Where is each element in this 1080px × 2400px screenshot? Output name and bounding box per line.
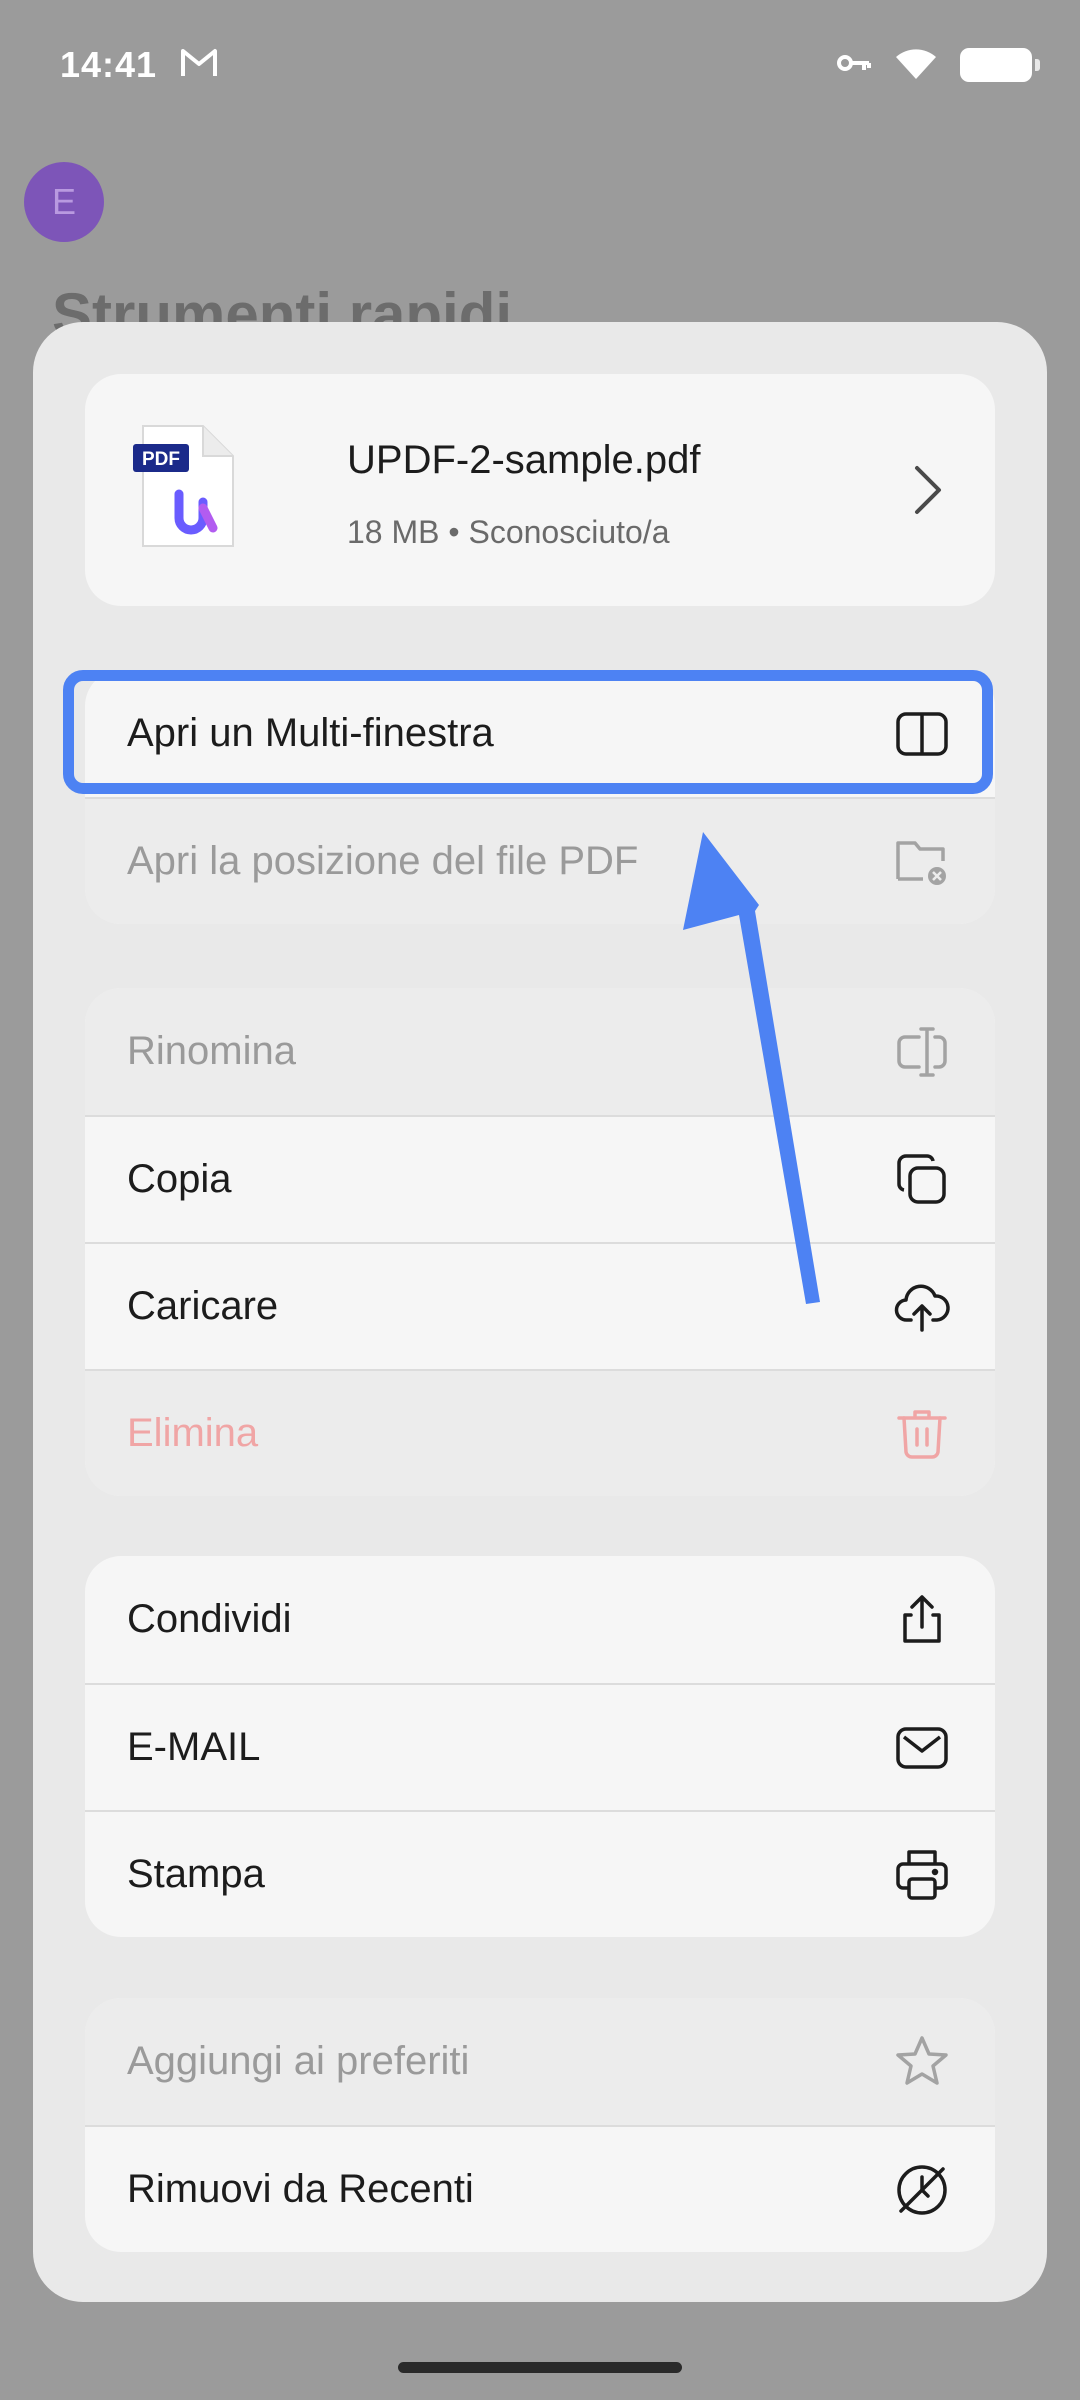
folder-location-icon — [893, 833, 951, 891]
gmail-icon — [179, 46, 219, 85]
star-icon — [893, 2033, 951, 2091]
battery-icon — [960, 48, 1040, 82]
home-indicator[interactable] — [398, 2362, 682, 2373]
trash-icon — [893, 1405, 951, 1463]
menu-group-file-actions: Rinomina Copia Caricare Elimina — [85, 988, 995, 1496]
menu-group-share: Condividi E-MAIL Stampa — [85, 1556, 995, 1937]
menu-item-add-favorites[interactable]: Aggiungi ai preferiti — [85, 1998, 995, 2125]
svg-text:PDF: PDF — [142, 449, 180, 470]
avatar: E — [24, 162, 104, 242]
menu-item-print[interactable]: Stampa — [85, 1810, 995, 1937]
menu-item-copy[interactable]: Copia — [85, 1115, 995, 1242]
cloud-upload-icon — [893, 1278, 951, 1336]
menu-item-remove-recent[interactable]: Rimuovi da Recenti — [85, 2125, 995, 2252]
avatar-initial: E — [51, 181, 76, 222]
wifi-icon — [894, 45, 938, 86]
status-time: 14:41 — [60, 44, 158, 85]
share-icon — [893, 1591, 951, 1649]
chevron-right-icon[interactable] — [907, 460, 947, 520]
status-bar: 14:41 — [0, 0, 1080, 130]
print-icon — [893, 1846, 951, 1904]
menu-item-open-file-location[interactable]: Apri la posizione del file PDF — [85, 797, 995, 924]
vpn-key-icon — [836, 51, 872, 80]
file-info-card[interactable]: PDF UPDF-2-sample.pdf 18 MB • Sconosciut… — [85, 374, 995, 606]
menu-item-upload[interactable]: Caricare — [85, 1242, 995, 1369]
menu-group-favorites: Aggiungi ai preferiti Rimuovi da Recenti — [85, 1998, 995, 2252]
annotation-highlight-box — [63, 670, 993, 794]
menu-item-rename[interactable]: Rinomina — [85, 988, 995, 1115]
menu-item-email[interactable]: E-MAIL — [85, 1683, 995, 1810]
file-name: UPDF-2-sample.pdf — [347, 438, 701, 482]
file-options-sheet: PDF UPDF-2-sample.pdf 18 MB • Sconosciut… — [33, 322, 1047, 2302]
menu-item-delete[interactable]: Elimina — [85, 1369, 995, 1496]
copy-icon — [893, 1151, 951, 1209]
pdf-file-icon: PDF — [133, 422, 239, 552]
file-meta: 18 MB • Sconosciuto/a — [347, 514, 670, 550]
menu-item-share[interactable]: Condividi — [85, 1556, 995, 1683]
remove-recent-icon — [893, 2161, 951, 2219]
rename-icon — [893, 1023, 951, 1081]
mail-icon — [893, 1719, 951, 1777]
